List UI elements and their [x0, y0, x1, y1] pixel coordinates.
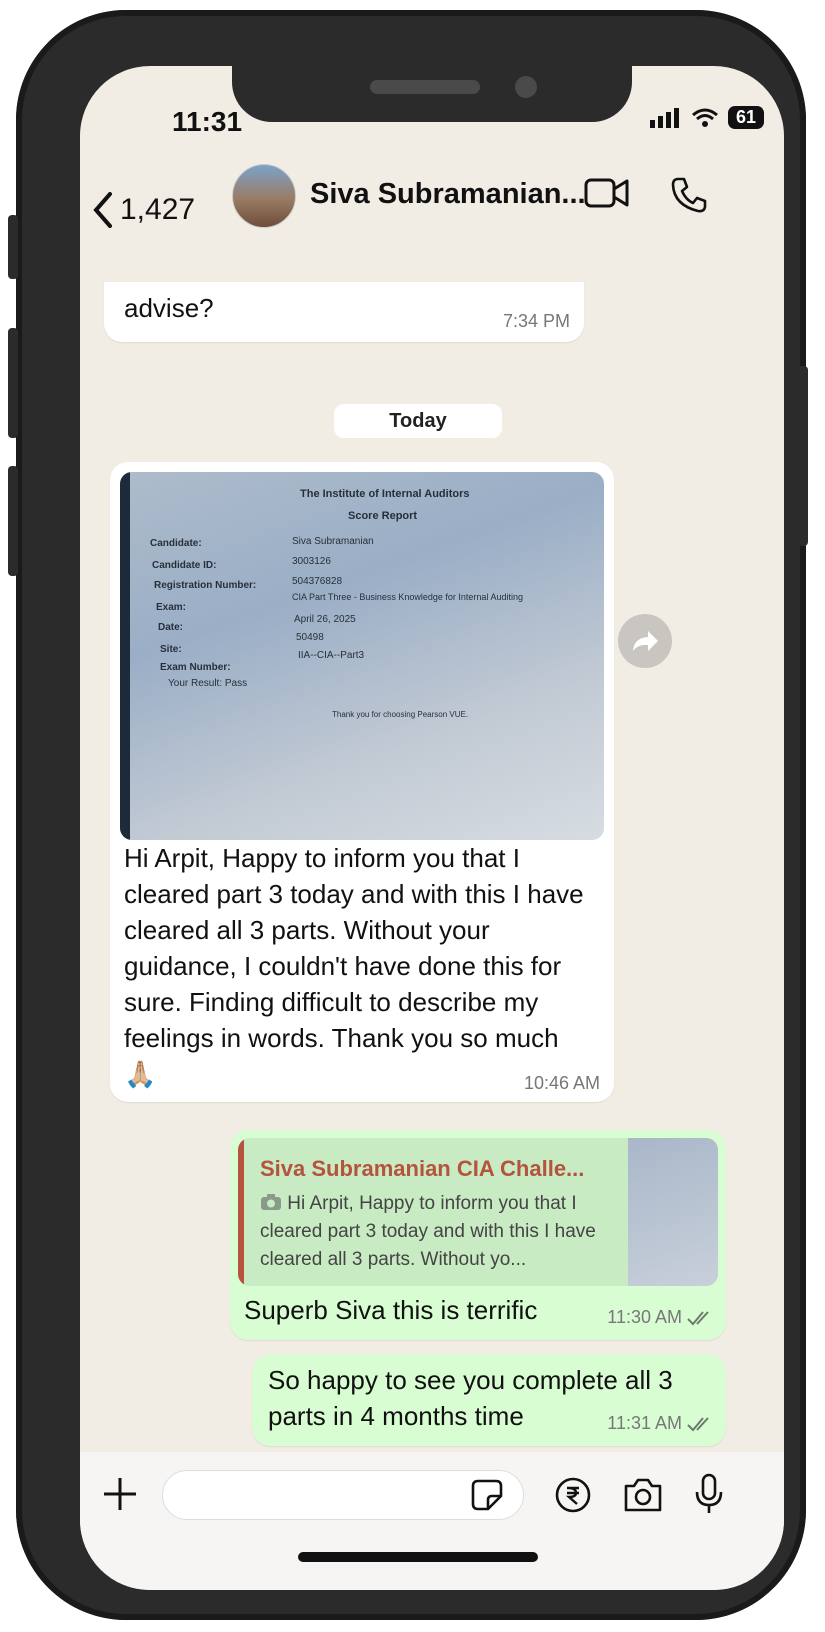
quoted-text: Hi Arpit, Happy to inform you that I cle…: [260, 1190, 620, 1274]
wifi-icon: [692, 108, 718, 127]
chat-area: advise? 7:34 PM Today The Institute of I…: [80, 282, 784, 1452]
photo-site-value: 50498: [296, 632, 324, 643]
chevron-left-icon: [93, 192, 112, 228]
camera-small-icon: [261, 1194, 281, 1210]
volume-up-button: [8, 328, 18, 438]
photo-shadow-edge: [120, 472, 130, 840]
message-text: Superb Siva this is terrific: [244, 1295, 538, 1325]
photo-id-value: 3003126: [292, 556, 331, 567]
double-check-icon: [687, 1311, 709, 1326]
notch: [232, 66, 632, 122]
message-time: 10:46 AM: [523, 1073, 600, 1093]
photo-candidate-label: Candidate:: [150, 538, 202, 549]
photo-candidate-value: Siva Subramanian: [292, 536, 374, 547]
quoted-thumbnail: [628, 1138, 718, 1286]
double-check-icon: [687, 1417, 709, 1432]
photo-site-label: Site:: [160, 644, 182, 655]
battery-indicator: 61: [728, 106, 765, 129]
front-camera: [515, 76, 537, 98]
photo-date-label: Date:: [158, 622, 184, 633]
photo-id-label: Candidate ID:: [152, 560, 217, 571]
speaker: [370, 80, 480, 94]
sticker-icon[interactable]: [470, 1478, 504, 1512]
forward-icon: [633, 631, 658, 651]
photo-examno-value: IIA--CIA--Part3: [298, 650, 365, 661]
message-bubble-outgoing[interactable]: So happy to see you complete all 3 parts…: [252, 1354, 726, 1446]
power-button: [798, 366, 808, 546]
phone-frame: 11:31 61 1,427 Siva Subramanian... advis…: [8, 10, 808, 1620]
quoted-name: Siva Subramanian CIA Challe...: [260, 1156, 585, 1181]
volume-down-button: [8, 466, 18, 576]
signal-icon: [650, 107, 679, 128]
score-report-photo[interactable]: The Institute of Internal Auditors Score…: [120, 472, 604, 840]
contact-name[interactable]: Siva Subramanian...: [310, 178, 586, 211]
message-bubble-photo[interactable]: The Institute of Internal Auditors Score…: [110, 462, 614, 1102]
message-text: Hi Arpit, Happy to inform you that I cle…: [124, 843, 584, 1089]
status-time: 11:31: [172, 106, 243, 137]
message-bubble-outgoing[interactable]: Siva Subramanian CIA Challe... Hi Arpit,…: [230, 1130, 726, 1340]
message-text: advise?: [124, 293, 214, 323]
photo-thanks: Thank you for choosing Pearson VUE.: [332, 710, 469, 719]
photo-exam-value: CIA Part Three - Business Knowledge for …: [292, 592, 523, 602]
photo-reg-label: Registration Number:: [154, 580, 257, 591]
message-bubble-incoming[interactable]: advise? 7:34 PM: [104, 282, 584, 342]
photo-subtitle: Score Report: [348, 510, 418, 522]
screen: 11:31 61 1,427 Siva Subramanian... advis…: [80, 66, 784, 1590]
photo-title: The Institute of Internal Auditors: [300, 488, 470, 500]
camera-icon[interactable]: [622, 1476, 664, 1514]
silent-switch: [8, 215, 18, 279]
home-indicator[interactable]: [298, 1552, 538, 1562]
chat-header: 1,427 Siva Subramanian...: [80, 162, 784, 282]
photo-reg-value: 504376828: [292, 576, 343, 587]
unread-count: 1,427: [120, 193, 196, 226]
photo-date-value: April 26, 2025: [294, 614, 356, 625]
avatar[interactable]: [232, 164, 296, 228]
quoted-text-content: Hi Arpit, Happy to inform you that I cle…: [260, 1193, 596, 1270]
plus-icon[interactable]: [102, 1476, 138, 1512]
photo-result: Your Result: Pass: [168, 678, 248, 689]
quote-bar: [238, 1138, 244, 1286]
rupee-icon[interactable]: [554, 1476, 592, 1514]
back-button[interactable]: 1,427: [92, 192, 195, 228]
date-chip: Today: [334, 404, 502, 438]
message-time: 11:30 AM: [607, 1307, 682, 1327]
photo-examno-label: Exam Number:: [160, 662, 231, 673]
phone-icon[interactable]: [670, 176, 708, 214]
forward-button[interactable]: [618, 614, 672, 668]
video-call-icon[interactable]: [584, 176, 630, 210]
message-time: 11:31 AM: [607, 1413, 682, 1433]
message-time: 7:34 PM: [502, 311, 570, 331]
quoted-message[interactable]: Siva Subramanian CIA Challe... Hi Arpit,…: [238, 1138, 718, 1286]
status-icons: 61: [648, 106, 765, 129]
photo-exam-label: Exam:: [156, 602, 187, 613]
input-bar: [80, 1452, 784, 1590]
mic-icon[interactable]: [692, 1472, 726, 1516]
